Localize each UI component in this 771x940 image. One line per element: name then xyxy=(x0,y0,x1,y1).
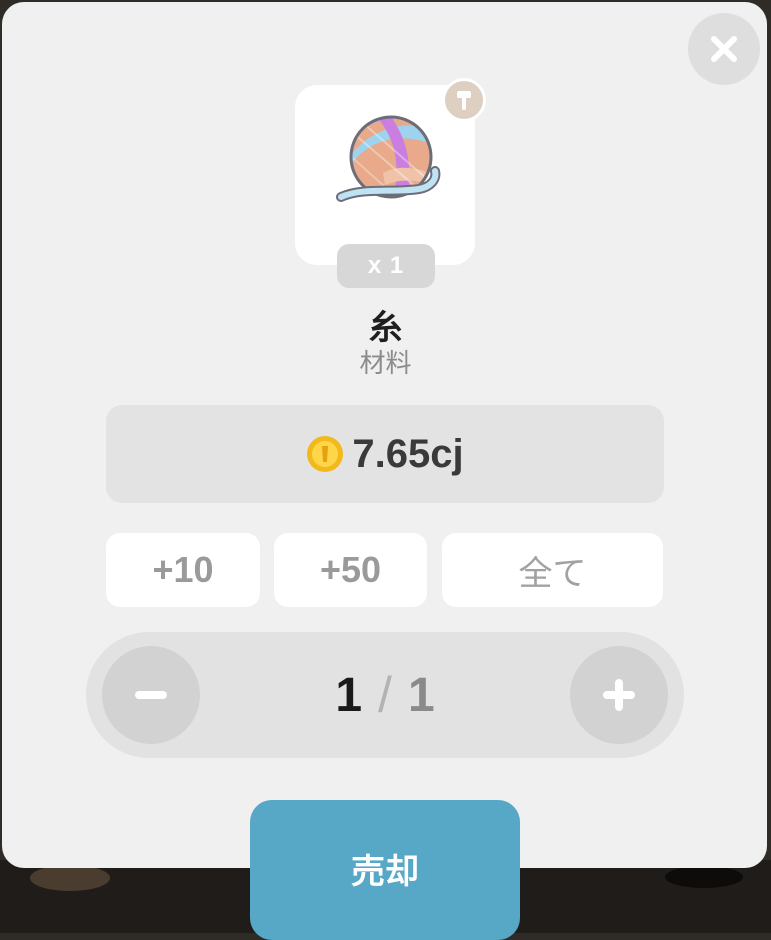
yarn-ball-icon xyxy=(336,115,441,202)
increase-button[interactable] xyxy=(570,646,668,744)
quantity-stepper: 1 / 1 xyxy=(86,632,684,758)
category-badge xyxy=(442,78,486,122)
background-item-shadow xyxy=(665,866,743,888)
quantity-separator: / xyxy=(378,667,392,723)
plus-icon xyxy=(603,679,635,711)
item-category: 材料 xyxy=(359,349,412,379)
gold-coin-icon xyxy=(307,436,344,472)
hammer-icon xyxy=(457,91,471,110)
quantity-max: 1 xyxy=(407,668,435,722)
close-button[interactable] xyxy=(688,13,760,85)
add-10-button[interactable]: +10 xyxy=(106,533,260,607)
price-value: 7.65cj xyxy=(352,431,464,476)
decrease-button[interactable] xyxy=(102,646,200,744)
minus-icon xyxy=(135,691,167,699)
quantity-current: 1 xyxy=(335,668,363,722)
price-display: 7.65cj xyxy=(106,405,664,503)
select-all-button[interactable]: 全て xyxy=(442,533,663,607)
background-item-shadow xyxy=(30,865,110,891)
add-50-button[interactable]: +50 xyxy=(274,533,427,607)
sell-button[interactable]: 売却 xyxy=(250,800,520,940)
close-icon xyxy=(711,36,737,62)
item-name: 糸 xyxy=(368,308,403,348)
quantity-badge: x 1 xyxy=(337,244,435,288)
